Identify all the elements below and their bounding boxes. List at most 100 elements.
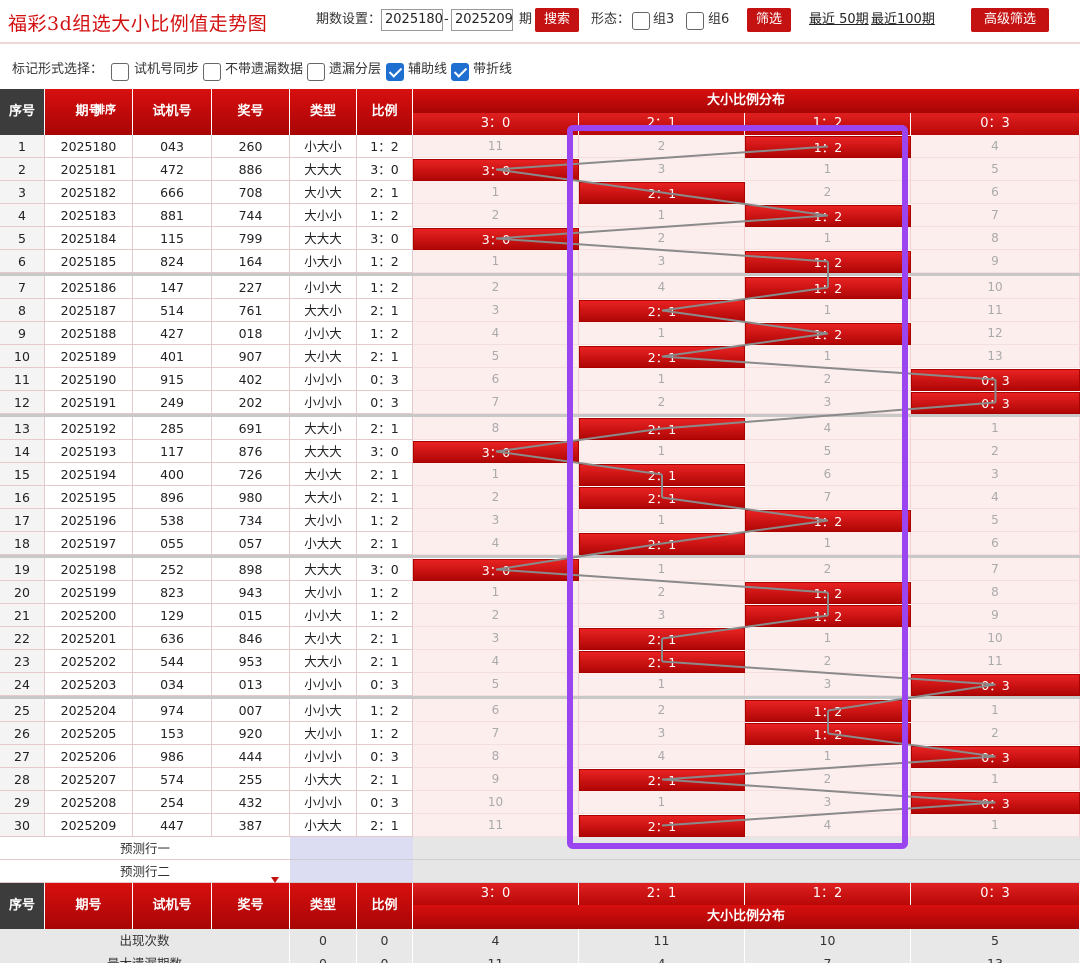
dist-miss-cell: 8 — [413, 417, 579, 440]
sort-label[interactable]: 排序 — [94, 101, 116, 117]
dist-miss-cell: 11 — [413, 135, 579, 158]
row-ratio: 2：1 — [357, 417, 413, 440]
row-trial: 636 — [133, 627, 212, 650]
row-ratio: 2：1 — [357, 181, 413, 204]
header-type: 类型 — [290, 89, 357, 135]
row-trial: 117 — [133, 440, 212, 463]
row-type: 小小大 — [290, 322, 357, 345]
dist-miss-cell: 6 — [745, 463, 911, 486]
dist-miss-cell: 7 — [413, 391, 579, 414]
row-ratio: 3：0 — [357, 158, 413, 181]
row-draw: 387 — [212, 814, 290, 837]
row-draw: 761 — [212, 299, 290, 322]
predict-dist-cell[interactable] — [413, 860, 1080, 883]
row-draw: 402 — [212, 368, 290, 391]
dist-hit-cell: 1：2 — [745, 323, 911, 345]
row-ratio: 3：0 — [357, 440, 413, 463]
row-seq: 23 — [0, 650, 45, 673]
stats-value-maxmiss: 11 — [413, 952, 579, 963]
row-draw: 260 — [212, 135, 290, 158]
row-period: 2025206 — [45, 745, 133, 768]
row-period: 2025197 — [45, 532, 133, 555]
row-draw: 943 — [212, 581, 290, 604]
dist-miss-cell: 8 — [413, 745, 579, 768]
stats-value-appear: 4 — [413, 929, 579, 952]
row-trial: 544 — [133, 650, 212, 673]
row-type: 大小大 — [290, 181, 357, 204]
dist-hit-cell: 2：1 — [579, 464, 745, 486]
row-type: 大大小 — [290, 417, 357, 440]
dist-miss-cell: 1 — [413, 581, 579, 604]
dist-miss-cell: 9 — [911, 250, 1080, 273]
dist-miss-cell: 11 — [911, 299, 1080, 322]
header-period[interactable]: 期号 — [45, 89, 133, 135]
row-seq: 10 — [0, 345, 45, 368]
dist-hit-cell: 1：2 — [745, 700, 911, 722]
predict-input-cell[interactable] — [290, 860, 413, 883]
row-ratio: 2：1 — [357, 814, 413, 837]
dist-miss-cell: 2 — [413, 486, 579, 509]
dist-col-1: 2：1 — [579, 113, 745, 135]
dist-miss-cell: 10 — [911, 627, 1080, 650]
dist-hit-cell: 0：3 — [911, 674, 1080, 696]
predict-input-cell[interactable] — [290, 837, 413, 860]
dist-miss-cell: 3 — [911, 463, 1080, 486]
row-ratio: 1：2 — [357, 204, 413, 227]
stats-value-appear: 11 — [579, 929, 745, 952]
dist-miss-cell: 12 — [911, 322, 1080, 345]
row-type: 小小小 — [290, 791, 357, 814]
row-type: 大小小 — [290, 722, 357, 745]
row-draw: 953 — [212, 650, 290, 673]
dist-miss-cell: 11 — [413, 814, 579, 837]
dist-miss-cell: 3 — [579, 722, 745, 745]
row-type: 大小小 — [290, 509, 357, 532]
dist-col-3: 0：3 — [911, 113, 1080, 135]
row-type: 大小小 — [290, 204, 357, 227]
dist-hit-cell: 0：3 — [911, 392, 1080, 414]
row-ratio: 2：1 — [357, 627, 413, 650]
stats-label-maxmiss: 最大遗漏期数 — [0, 952, 290, 963]
row-seq: 18 — [0, 532, 45, 555]
header-ratio: 比例 — [357, 89, 413, 135]
predict-dist-cell[interactable] — [413, 837, 1080, 860]
row-trial: 824 — [133, 250, 212, 273]
dist-miss-cell: 1 — [579, 440, 745, 463]
row-period: 2025184 — [45, 227, 133, 250]
dist-hit-cell: 1：2 — [745, 136, 911, 158]
dist-hit-cell: 2：1 — [579, 182, 745, 204]
dist-miss-cell: 3 — [413, 509, 579, 532]
row-trial: 427 — [133, 322, 212, 345]
dist-miss-cell: 2 — [579, 391, 745, 414]
row-period: 2025181 — [45, 158, 133, 181]
row-period: 2025187 — [45, 299, 133, 322]
row-period: 2025201 — [45, 627, 133, 650]
row-ratio: 1：2 — [357, 135, 413, 158]
row-draw: 846 — [212, 627, 290, 650]
row-ratio: 2：1 — [357, 650, 413, 673]
footer-header-ratio: 比例 — [357, 883, 413, 929]
dist-miss-cell: 1 — [579, 368, 745, 391]
row-type: 大大小 — [290, 299, 357, 322]
dist-miss-cell: 6 — [413, 368, 579, 391]
row-trial: 447 — [133, 814, 212, 837]
dist-hit-cell: 1：2 — [745, 277, 911, 299]
row-ratio: 2：1 — [357, 463, 413, 486]
predict-row-2[interactable]: 预测行二 — [0, 860, 290, 883]
row-ratio: 2：1 — [357, 532, 413, 555]
dist-hit-cell: 2：1 — [579, 651, 745, 673]
dist-miss-cell: 1 — [911, 417, 1080, 440]
row-seq: 13 — [0, 417, 45, 440]
row-ratio: 2：1 — [357, 299, 413, 322]
dist-miss-cell: 1 — [745, 627, 911, 650]
row-period: 2025203 — [45, 673, 133, 696]
predict-row-1[interactable]: 预测行一 — [0, 837, 290, 860]
row-draw: 432 — [212, 791, 290, 814]
row-type: 大大大 — [290, 227, 357, 250]
row-trial: 514 — [133, 299, 212, 322]
dist-miss-cell: 3 — [413, 299, 579, 322]
dist-hit-cell: 3：0 — [413, 559, 579, 581]
dist-miss-cell: 2 — [413, 276, 579, 299]
dist-miss-cell: 1 — [911, 814, 1080, 837]
row-type: 小大大 — [290, 814, 357, 837]
dist-miss-cell: 2 — [413, 204, 579, 227]
